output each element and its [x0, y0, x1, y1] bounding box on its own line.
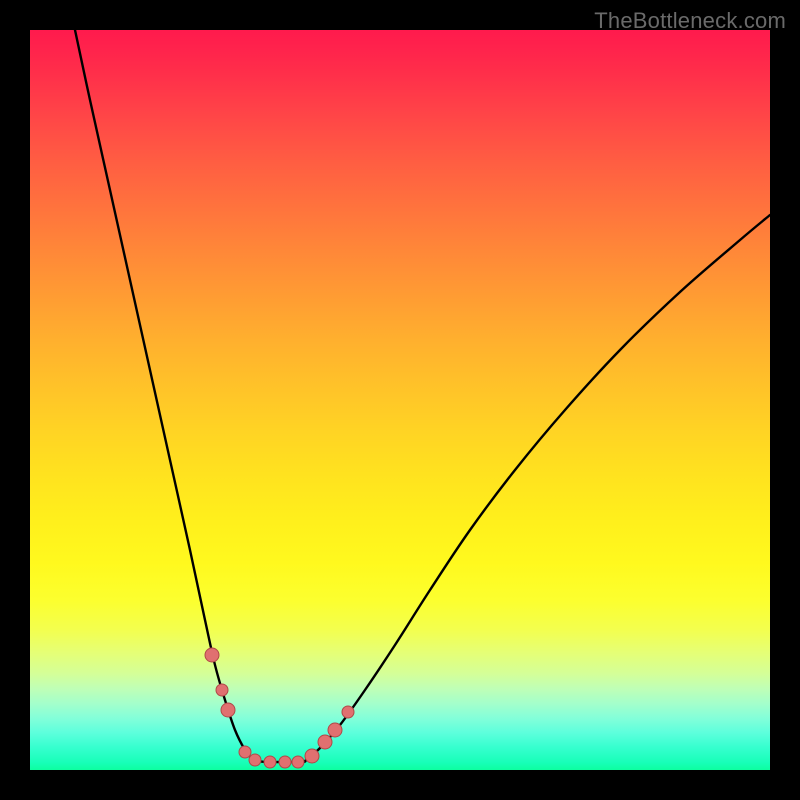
- data-marker: [205, 648, 219, 662]
- data-marker: [328, 723, 342, 737]
- data-marker: [264, 756, 276, 768]
- data-marker: [216, 684, 228, 696]
- chart-frame: TheBottleneck.com: [0, 0, 800, 800]
- plot-area: [30, 30, 770, 770]
- data-marker: [221, 703, 235, 717]
- bottleneck-curve: [75, 30, 770, 762]
- data-marker: [305, 749, 319, 763]
- data-marker: [279, 756, 291, 768]
- watermark-text: TheBottleneck.com: [594, 8, 786, 34]
- curve-layer: [30, 30, 770, 770]
- data-marker: [239, 746, 251, 758]
- data-marker: [342, 706, 354, 718]
- data-marker: [249, 754, 261, 766]
- data-marker: [292, 756, 304, 768]
- data-marker: [318, 735, 332, 749]
